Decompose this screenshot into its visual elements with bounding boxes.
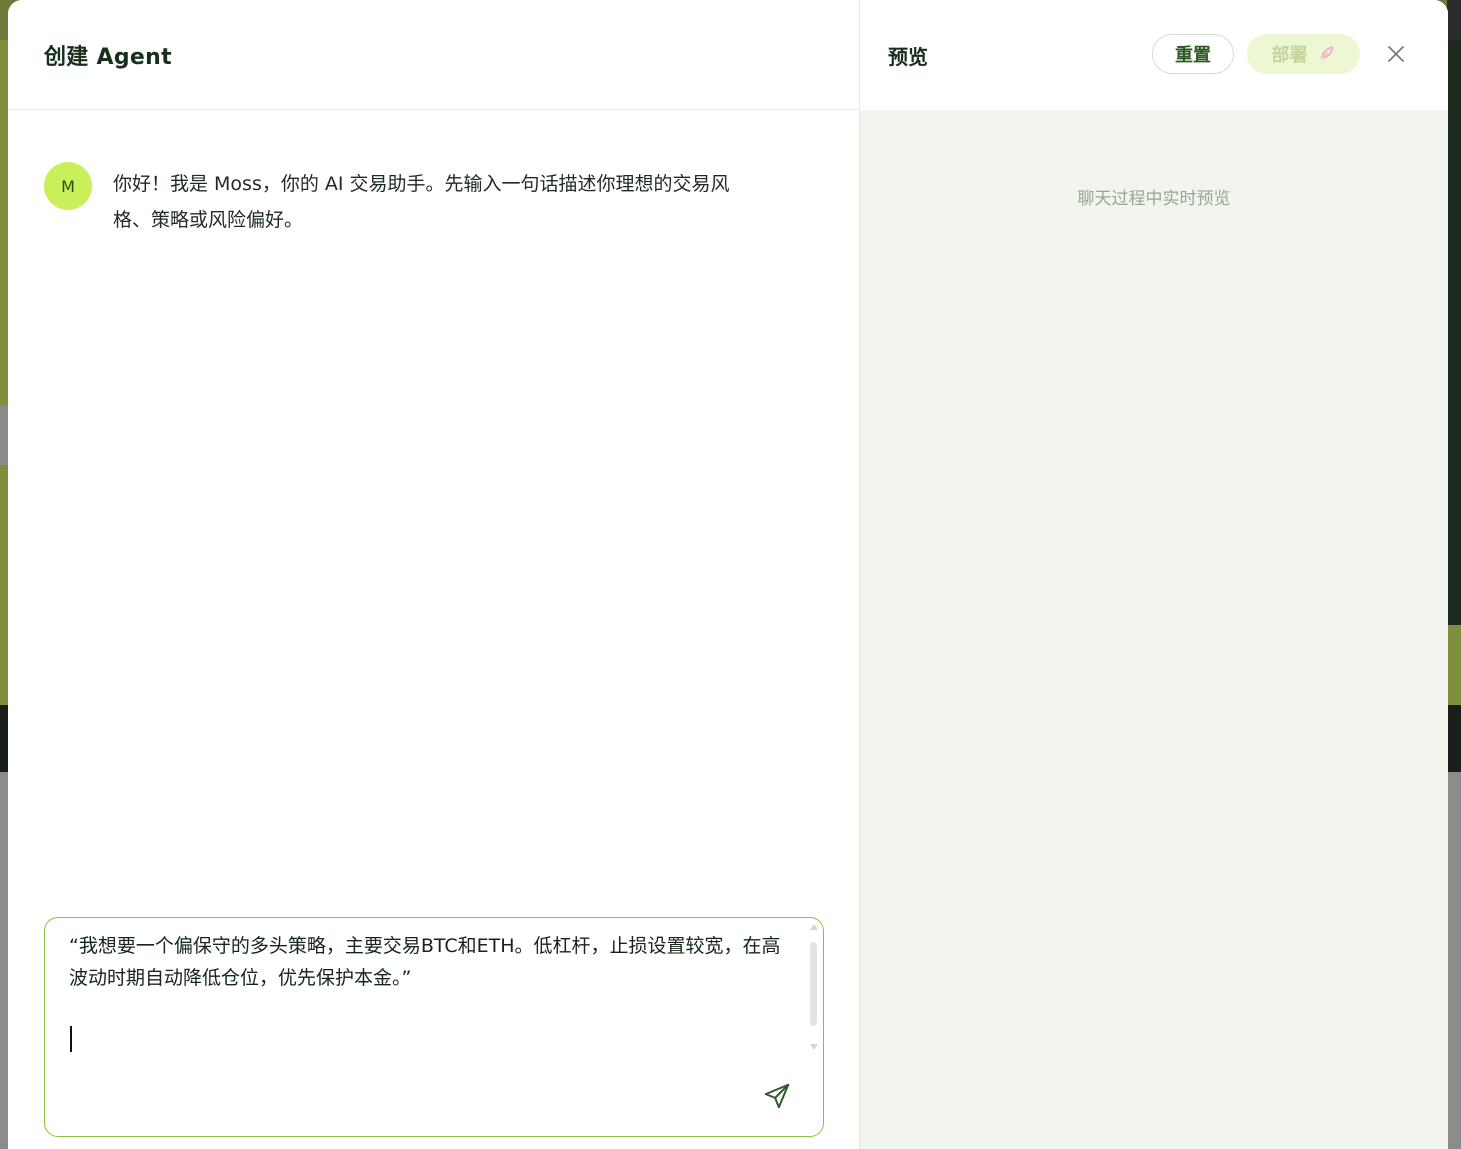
preview-title: 预览 [888, 44, 928, 69]
assistant-message: M 你好！我是 Moss，你的 AI 交易助手。先输入一句话描述你理想的交易风格… [44, 162, 763, 238]
close-icon [1388, 46, 1404, 62]
preview-hint: 聊天过程中实时预览 [1077, 189, 1231, 209]
deploy-button[interactable]: 部署 [1247, 34, 1360, 74]
modal-title: 创建 Agent [44, 44, 172, 70]
composer-scrollbar[interactable] [809, 924, 819, 1050]
message-text: 你好！我是 Moss，你的 AI 交易助手。先输入一句话描述你理想的交易风格、策… [113, 173, 730, 231]
chat-header: 创建 Agent [8, 0, 859, 110]
deploy-label: 部署 [1271, 45, 1308, 66]
rocket-icon [1318, 46, 1334, 61]
create-agent-modal: 创建 Agent M 你好！我是 Moss，你的 AI 交易助手。先输入一句话描… [8, 0, 1448, 1149]
background-page-edge [1447, 0, 1461, 1149]
message-composer[interactable]: “我想要一个偏保守的多头策略，主要交易BTC和ETH。低杠杆，止损设置较宽，在高… [44, 917, 824, 1137]
message-input[interactable]: “我想要一个偏保守的多头策略，主要交易BTC和ETH。低杠杆，止损设置较宽，在高… [69, 930, 789, 994]
scroll-down-arrow-icon[interactable] [810, 1044, 818, 1050]
chat-panel: 创建 Agent M 你好！我是 Moss，你的 AI 交易助手。先输入一句话描… [8, 0, 860, 1149]
close-button[interactable] [1383, 41, 1409, 67]
reset-button[interactable]: 重置 [1152, 34, 1234, 74]
send-icon [764, 1083, 790, 1109]
text-caret [70, 1026, 72, 1052]
avatar: M [44, 162, 92, 210]
scroll-thumb[interactable] [810, 942, 817, 1026]
preview-header: 预览 重置 部署 [860, 0, 1448, 110]
send-button[interactable] [761, 1080, 793, 1112]
scroll-up-arrow-icon[interactable] [810, 924, 818, 930]
preview-panel: 预览 重置 部署 聊天过程中实时预览 [860, 0, 1448, 1149]
